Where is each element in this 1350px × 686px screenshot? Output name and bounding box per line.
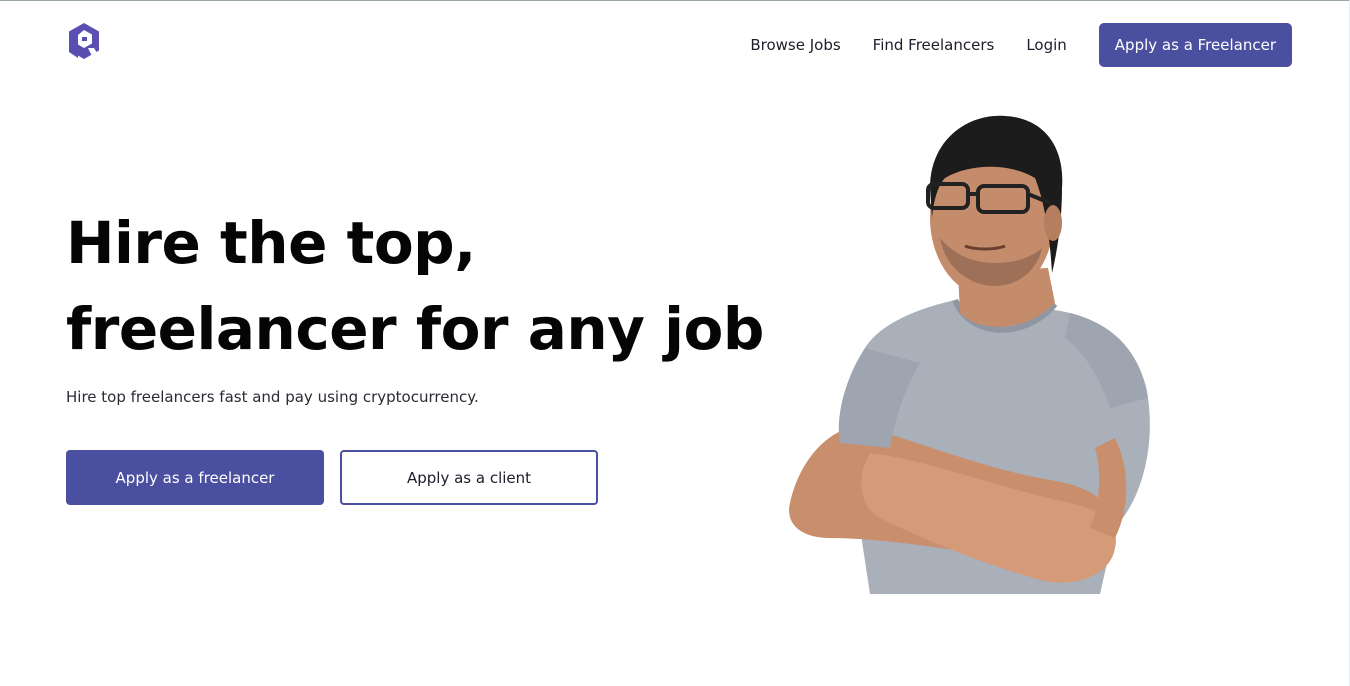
nav-browse-jobs[interactable]: Browse Jobs xyxy=(750,36,840,54)
hero-subtitle: Hire top freelancers fast and pay using … xyxy=(66,388,479,406)
apply-freelancer-button[interactable]: Apply as a freelancer xyxy=(66,450,324,505)
hero-title-line-2: freelancer for any job xyxy=(66,295,764,363)
nav-login[interactable]: Login xyxy=(1026,36,1066,54)
main-nav: Browse Jobs Find Freelancers Login Apply… xyxy=(750,23,1292,67)
hero-title: Hire the top, freelancer for any job xyxy=(66,200,764,372)
hexagon-logo-icon[interactable] xyxy=(66,22,102,60)
apply-freelancer-nav-button[interactable]: Apply as a Freelancer xyxy=(1098,23,1292,67)
nav-find-freelancers[interactable]: Find Freelancers xyxy=(873,36,995,54)
hero-person-image xyxy=(770,108,1160,594)
hero-title-line-1: Hire the top, xyxy=(66,209,476,277)
top-border xyxy=(0,0,1350,1)
apply-client-button[interactable]: Apply as a client xyxy=(340,450,598,505)
